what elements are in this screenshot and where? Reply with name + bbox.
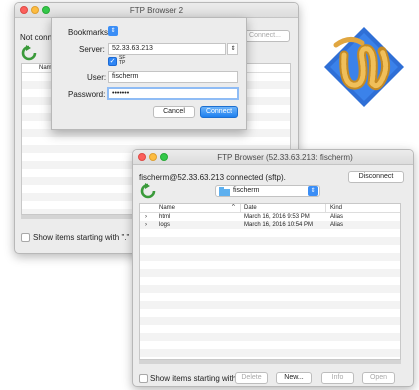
back-window-title: FTP Browser 2: [129, 6, 184, 15]
column-divider: [240, 204, 241, 212]
front-window-titlebar: FTP Browser (52.33.63.213: fischerm): [133, 150, 413, 165]
show-hidden-label: Show items starting with ".": [150, 374, 247, 383]
horizontal-scrollbar[interactable]: [139, 360, 401, 364]
column-header-name[interactable]: Name: [159, 205, 175, 211]
server-stepper[interactable]: ⇕: [227, 43, 238, 55]
show-hidden-checkbox[interactable]: [21, 233, 30, 242]
column-header-date[interactable]: Date: [244, 205, 257, 211]
back-window-titlebar: FTP Browser 2: [15, 3, 298, 18]
cancel-button[interactable]: Cancel: [153, 106, 195, 118]
list-background: [140, 213, 400, 359]
disclosure-triangle-icon[interactable]: ›: [145, 221, 147, 229]
close-window-icon[interactable]: [20, 6, 28, 14]
row-name: logs: [159, 222, 171, 228]
bookmarks-popup[interactable]: ⇕: [108, 26, 118, 36]
front-window: FTP Browser (52.33.63.213: fischerm) fis…: [132, 149, 414, 387]
zoom-window-icon[interactable]: [42, 6, 50, 14]
column-divider: [325, 204, 326, 212]
connect-submit-button[interactable]: Connect: [200, 106, 238, 118]
password-field[interactable]: •••••••: [107, 87, 239, 100]
user-label: User:: [87, 73, 107, 82]
folder-popup[interactable]: fischerm ⇕: [215, 185, 320, 197]
rope-logo-icon: [324, 27, 404, 107]
list-header: Name ^ Date Kind: [140, 204, 400, 213]
connect-button[interactable]: Connect...: [240, 30, 290, 42]
front-window-title: FTP Browser (52.33.63.213: fischerm): [217, 153, 353, 162]
sftp-checkbox[interactable]: ✓: [108, 57, 117, 66]
table-row[interactable]: › logs March 16, 2016 10:54 PM Alias: [140, 221, 400, 229]
user-field[interactable]: fischerm: [108, 71, 238, 83]
file-list[interactable]: Name ^ Date Kind › html March 16, 2016 9…: [139, 203, 401, 360]
column-header-kind[interactable]: Kind: [330, 205, 342, 211]
folder-name: fischerm: [233, 187, 260, 194]
connection-status: fischerm@52.33.63.213 connected (sftp).: [139, 173, 286, 182]
info-button[interactable]: Info: [321, 372, 354, 384]
bookmarks-label: Bookmarks:: [68, 28, 111, 37]
close-window-icon[interactable]: [138, 153, 146, 161]
disclosure-triangle-icon[interactable]: ›: [145, 213, 147, 221]
connect-sheet: Bookmarks: ⇕ Server: 52.33.63.213 ⇕ ✓ SF…: [51, 17, 247, 130]
refresh-icon[interactable]: [140, 183, 156, 199]
table-row[interactable]: › html March 16, 2016 9:53 PM Alias: [140, 213, 400, 221]
new-button[interactable]: New...: [276, 372, 312, 384]
row-kind: Alias: [330, 214, 344, 220]
zoom-window-icon[interactable]: [160, 153, 168, 161]
sftp-label: SFTP: [119, 55, 126, 66]
disconnect-button[interactable]: Disconnect: [348, 171, 404, 183]
row-kind: Alias: [330, 222, 344, 228]
show-hidden-label: Show items starting with ".": [33, 233, 130, 242]
refresh-icon[interactable]: [21, 45, 37, 61]
server-field[interactable]: 52.33.63.213: [108, 43, 226, 55]
open-button[interactable]: Open: [362, 372, 395, 384]
folder-icon: [219, 187, 230, 196]
minimize-window-icon[interactable]: [31, 6, 39, 14]
server-label: Server:: [79, 45, 105, 54]
sort-chevron-icon[interactable]: ^: [232, 204, 235, 210]
row-date: March 16, 2016 9:53 PM: [244, 214, 310, 220]
show-hidden-checkbox[interactable]: [139, 374, 148, 383]
row-date: March 16, 2016 10:54 PM: [244, 222, 314, 228]
row-name: html: [159, 214, 171, 220]
password-label: Password:: [68, 90, 106, 99]
minimize-window-icon[interactable]: [149, 153, 157, 161]
folder-popup-arrow[interactable]: ⇕: [308, 186, 318, 196]
delete-button[interactable]: Delete: [235, 372, 268, 384]
